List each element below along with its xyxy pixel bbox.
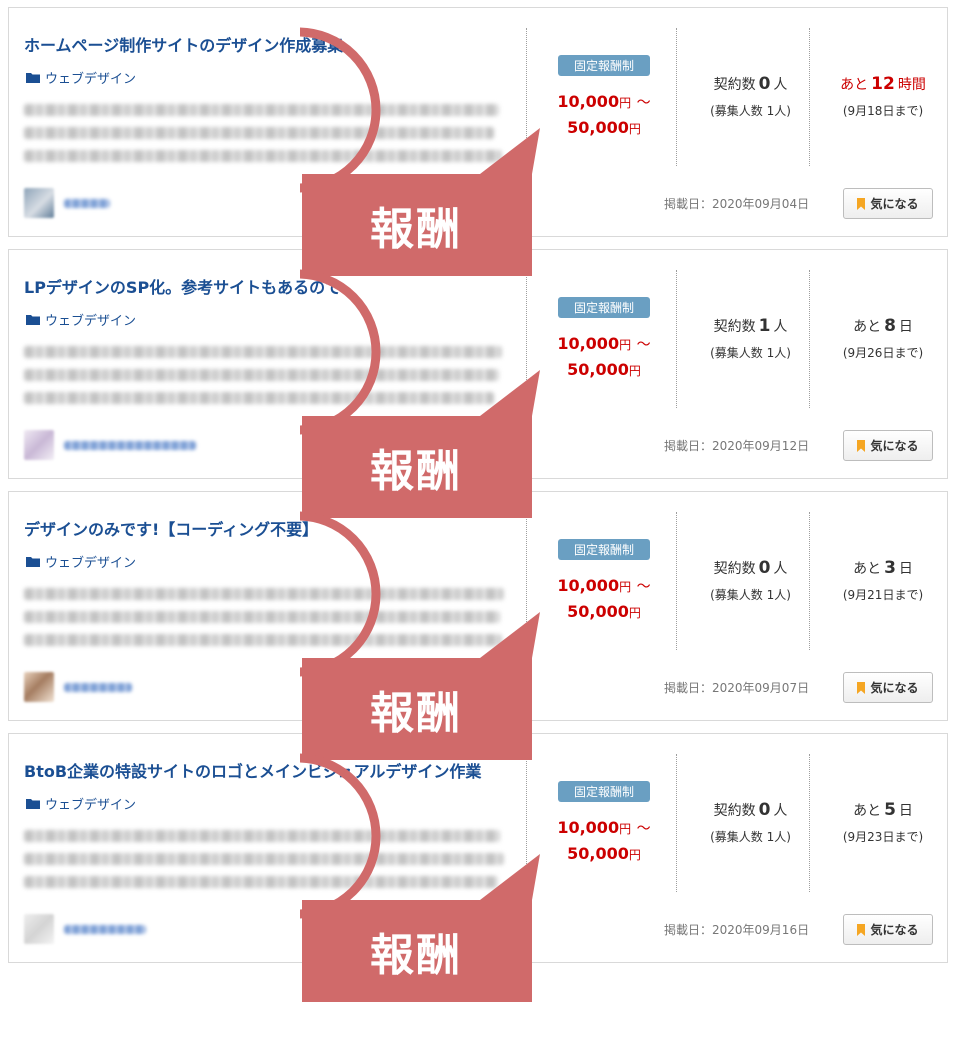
price-min: 10,000円 ～ bbox=[557, 818, 651, 837]
contract-count: 契約数 0 人 bbox=[713, 74, 788, 94]
bookmark-icon bbox=[857, 923, 866, 936]
job-title[interactable]: LPデザインのSP化。参考サイトもあるので bbox=[24, 274, 524, 298]
category-label: ウェブデザイン bbox=[45, 72, 137, 87]
deadline-remaining: あと 5 日 bbox=[853, 800, 913, 820]
favorite-label: 気になる bbox=[870, 681, 919, 695]
favorite-button[interactable]: 気になる bbox=[843, 430, 933, 461]
blurred-description bbox=[24, 588, 504, 600]
contract-count: 契約数 0 人 bbox=[713, 800, 788, 820]
posted-date: 掲載日：2020年09月04日 bbox=[664, 197, 810, 211]
column-divider bbox=[809, 512, 810, 650]
price-type-badge: 固定報酬制 bbox=[558, 781, 650, 802]
job-card: ホームページ制作サイトのデザイン作成募集 ウェブデザイン 固定報酬制 10,00… bbox=[8, 7, 948, 237]
blurred-description bbox=[24, 369, 499, 381]
price-max: 50,000円 bbox=[567, 602, 641, 621]
favorite-label: 気になる bbox=[870, 197, 919, 211]
posted-date: 掲載日：2020年09月12日 bbox=[664, 439, 810, 453]
price-min: 10,000円 ～ bbox=[557, 92, 651, 111]
blurred-description bbox=[24, 127, 494, 139]
column-divider bbox=[526, 270, 527, 408]
deadline-date: (9月23日まで) bbox=[842, 830, 924, 844]
deadline-date: (9月26日まで) bbox=[842, 346, 924, 360]
folder-icon bbox=[26, 798, 40, 809]
username-blurred[interactable] bbox=[64, 199, 110, 208]
blurred-description bbox=[24, 830, 500, 842]
folder-icon bbox=[26, 314, 40, 325]
column-divider bbox=[526, 512, 527, 650]
price-type-badge: 固定報酬制 bbox=[558, 539, 650, 560]
folder-icon bbox=[26, 72, 40, 83]
job-category[interactable]: ウェブデザイン bbox=[26, 552, 136, 571]
username-blurred[interactable] bbox=[64, 441, 196, 450]
blurred-description bbox=[24, 150, 502, 162]
blurred-description bbox=[24, 392, 494, 404]
avatar[interactable] bbox=[24, 188, 54, 218]
job-card: LPデザインのSP化。参考サイトもあるので ウェブデザイン 固定報酬制 10,0… bbox=[8, 249, 948, 479]
price-max: 50,000円 bbox=[567, 844, 641, 863]
category-label: ウェブデザイン bbox=[45, 798, 137, 813]
blurred-description bbox=[24, 634, 502, 646]
column-divider bbox=[809, 270, 810, 408]
deadline-date: (9月21日まで) bbox=[842, 588, 924, 602]
posted-date: 掲載日：2020年09月07日 bbox=[664, 681, 810, 695]
bookmark-icon bbox=[857, 439, 866, 452]
favorite-button[interactable]: 気になる bbox=[843, 188, 933, 219]
deadline-remaining: あと 8 日 bbox=[853, 316, 913, 336]
avatar[interactable] bbox=[24, 914, 54, 944]
column-divider bbox=[526, 754, 527, 892]
blurred-description bbox=[24, 346, 502, 358]
username-blurred[interactable] bbox=[64, 683, 132, 692]
job-category[interactable]: ウェブデザイン bbox=[26, 310, 136, 329]
deadline-remaining: あと 3 日 bbox=[853, 558, 913, 578]
blurred-description bbox=[24, 876, 498, 888]
column-divider bbox=[809, 28, 810, 166]
price-max: 50,000円 bbox=[567, 118, 641, 137]
contract-count: 契約数 0 人 bbox=[713, 558, 788, 578]
price-min: 10,000円 ～ bbox=[557, 576, 651, 595]
deadline-remaining: あと 12 時間 bbox=[840, 74, 926, 94]
price-max: 50,000円 bbox=[567, 360, 641, 379]
recruit-count: (募集人数 1人) bbox=[710, 346, 791, 360]
favorite-label: 気になる bbox=[870, 439, 919, 453]
blurred-description bbox=[24, 611, 500, 623]
bookmark-icon bbox=[857, 197, 866, 210]
favorite-button[interactable]: 気になる bbox=[843, 672, 933, 703]
bookmark-icon bbox=[857, 681, 866, 694]
recruit-count: (募集人数 1人) bbox=[710, 830, 791, 844]
blurred-description bbox=[24, 104, 499, 116]
price-min: 10,000円 ～ bbox=[557, 334, 651, 353]
price-type-badge: 固定報酬制 bbox=[558, 297, 650, 318]
job-title[interactable]: ホームページ制作サイトのデザイン作成募集 bbox=[24, 32, 524, 56]
avatar[interactable] bbox=[24, 430, 54, 460]
column-divider bbox=[526, 28, 527, 166]
job-title[interactable]: デザインのみです!【コーディング不要】 bbox=[24, 516, 524, 540]
job-card: デザインのみです!【コーディング不要】 ウェブデザイン 固定報酬制 10,000… bbox=[8, 491, 948, 721]
job-card: BtoB企業の特設サイトのロゴとメインビジュアルデザイン作業 ウェブデザイン 固… bbox=[8, 733, 948, 963]
category-label: ウェブデザイン bbox=[45, 314, 137, 329]
column-divider bbox=[809, 754, 810, 892]
contract-count: 契約数 1 人 bbox=[713, 316, 788, 336]
posted-date: 掲載日：2020年09月16日 bbox=[664, 923, 810, 937]
folder-icon bbox=[26, 556, 40, 567]
job-category[interactable]: ウェブデザイン bbox=[26, 794, 136, 813]
username-blurred[interactable] bbox=[64, 925, 146, 934]
category-label: ウェブデザイン bbox=[45, 556, 137, 571]
recruit-count: (募集人数 1人) bbox=[710, 104, 791, 118]
favorite-button[interactable]: 気になる bbox=[843, 914, 933, 945]
favorite-label: 気になる bbox=[870, 923, 919, 937]
job-title[interactable]: BtoB企業の特設サイトのロゴとメインビジュアルデザイン作業 bbox=[24, 758, 524, 782]
price-type-badge: 固定報酬制 bbox=[558, 55, 650, 76]
recruit-count: (募集人数 1人) bbox=[710, 588, 791, 602]
deadline-date: (9月18日まで) bbox=[842, 104, 924, 118]
blurred-description bbox=[24, 853, 504, 865]
avatar[interactable] bbox=[24, 672, 54, 702]
job-category[interactable]: ウェブデザイン bbox=[26, 68, 136, 87]
